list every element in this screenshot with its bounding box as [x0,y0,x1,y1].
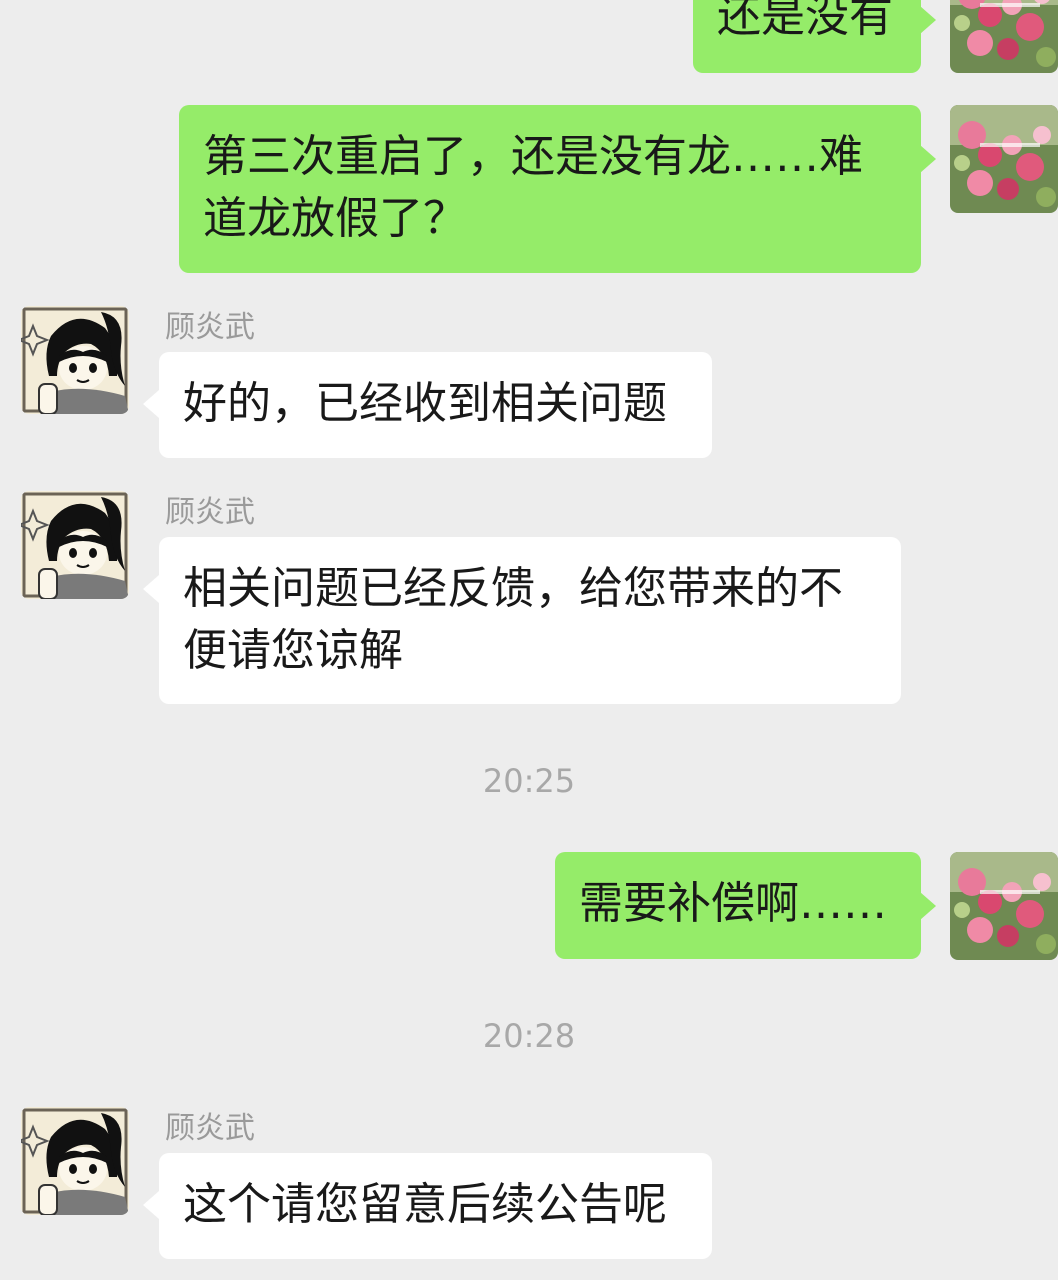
chat-timestamp: 20:25 [482,762,576,800]
self-avatar-icon[interactable] [950,852,1058,960]
message-bubble-outgoing[interactable]: 还是没有 [693,0,921,73]
message-bubble-incoming[interactable]: 好的，已经收到相关问题 [159,352,712,458]
bubble-tail [143,575,159,603]
self-avatar-icon[interactable] [950,105,1058,213]
sender-name: 顾炎武 [165,1111,255,1146]
self-avatar-icon[interactable] [950,0,1058,73]
bubble-tail [143,1191,159,1219]
message-bubble-incoming[interactable]: 相关问题已经反馈，给您带来的不 便请您谅解 [159,537,901,704]
message-bubble-outgoing[interactable]: 需要补偿啊…… [555,852,921,959]
bubble-tail [143,390,159,418]
message-bubble-outgoing[interactable]: 第三次重启了，还是没有龙……难 道龙放假了？ [179,105,921,273]
message-bubble-incoming[interactable]: 这个请您留意后续公告呢 [159,1153,712,1259]
sender-name: 顾炎武 [165,310,255,345]
contact-avatar-icon[interactable] [21,1107,129,1215]
bubble-tail [920,145,936,173]
chat-timestamp: 20:28 [482,1017,576,1055]
bubble-tail [920,892,936,920]
sender-name: 顾炎武 [165,495,255,530]
contact-avatar-icon[interactable] [21,491,129,599]
contact-avatar-icon[interactable] [21,306,129,414]
bubble-tail [920,6,936,34]
